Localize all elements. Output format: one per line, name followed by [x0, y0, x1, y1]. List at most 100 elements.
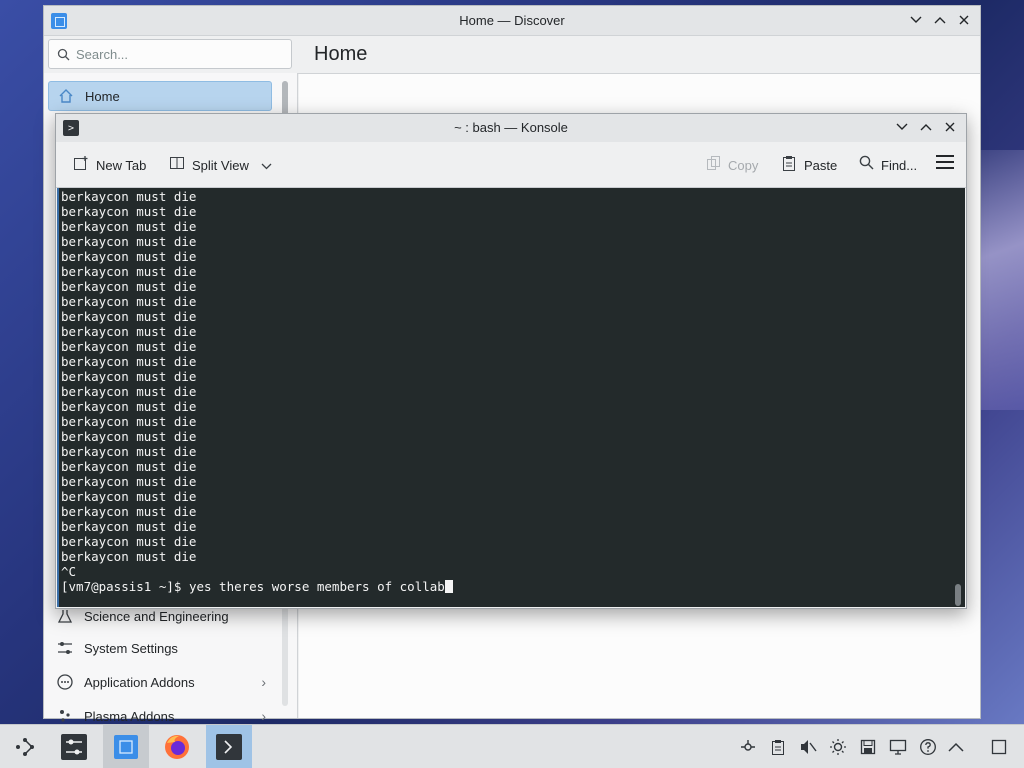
terminal-output-line: berkaycon must die — [61, 474, 197, 489]
search-icon — [57, 48, 70, 60]
terminal-output-line: berkaycon must die — [61, 339, 197, 354]
minimize-button[interactable] — [892, 117, 912, 137]
brightness-icon[interactable] — [828, 737, 848, 757]
maximize-button[interactable] — [930, 10, 950, 30]
discover-task[interactable] — [103, 725, 149, 768]
paste-label: Paste — [804, 157, 838, 173]
search-placeholder: Search... — [76, 46, 129, 62]
chevron-right-icon: › — [261, 674, 266, 690]
copy-button[interactable]: Copy — [704, 152, 758, 178]
chevron-up-icon — [920, 124, 932, 131]
new-tab-icon — [72, 155, 90, 176]
terminal-output-line: berkaycon must die — [61, 204, 197, 219]
terminal-output-line: berkaycon must die — [61, 504, 197, 519]
shell-command: yes theres worse members of collab — [188, 579, 445, 594]
terminal-output-line: berkaycon must die — [61, 189, 197, 204]
terminal-output-line: berkaycon must die — [61, 549, 197, 564]
terminal-output-line: berkaycon must die — [61, 279, 197, 294]
system-settings-task[interactable] — [51, 725, 97, 768]
text-cursor — [444, 580, 453, 593]
konsole-window: > ~ : bash — Konsole New Tab Split View … — [55, 113, 967, 609]
new-tab-button[interactable]: New Tab — [72, 152, 146, 178]
terminal-output-line: berkaycon must die — [61, 444, 197, 459]
display-icon[interactable] — [888, 737, 908, 757]
terminal-output-line: berkaycon must die — [61, 294, 197, 309]
find-label: Find... — [881, 157, 918, 173]
chevron-up-icon — [934, 17, 946, 24]
system-settings-icon — [61, 734, 87, 760]
search-input[interactable]: Search... — [48, 39, 292, 69]
copy-label: Copy — [728, 157, 759, 173]
split-view-icon — [168, 155, 186, 176]
save-icon[interactable] — [858, 737, 878, 757]
copy-icon — [704, 155, 722, 176]
terminal-view[interactable]: berkaycon must die berkaycon must die berk… — [57, 188, 965, 607]
search-icon — [857, 155, 875, 175]
terminal-prompt-line: [vm7@passis1 ~]$ yes theres worse member… — [61, 579, 965, 594]
chevron-down-icon[interactable] — [261, 158, 272, 173]
plasma-addons-icon — [56, 707, 74, 725]
clipboard-icon[interactable] — [768, 737, 788, 757]
konsole-titlebar[interactable]: > ~ : bash — Konsole — [56, 114, 966, 142]
terminal-output-line: berkaycon must die — [61, 519, 197, 534]
sidebar-item-label: Science and Engineering — [84, 608, 229, 624]
terminal-output-line: berkaycon must die — [61, 264, 197, 279]
close-button[interactable] — [940, 117, 960, 137]
chevron-down-icon — [910, 16, 922, 23]
discover-icon — [114, 735, 138, 759]
terminal-output: berkaycon must die berkaycon must die berk… — [61, 189, 965, 564]
window-title: Home — Discover — [459, 13, 565, 28]
discover-titlebar[interactable]: Home — Discover — [44, 6, 980, 36]
terminal-interrupt-line: ^C — [61, 564, 77, 579]
show-desktop-icon[interactable] — [989, 737, 1009, 757]
sidebar-item-label: System Settings — [84, 640, 178, 656]
chevron-right-icon: › — [261, 708, 266, 724]
sidebar-item-home[interactable]: Home — [48, 81, 272, 111]
firefox-icon — [165, 735, 189, 759]
paste-button[interactable]: Paste — [780, 152, 837, 178]
sidebar-item-label: Home — [85, 88, 120, 104]
maximize-button[interactable] — [916, 117, 936, 137]
addons-icon — [56, 673, 74, 691]
hamburger-menu-icon[interactable] — [936, 155, 954, 173]
chevron-down-icon — [896, 123, 908, 130]
network-icon[interactable] — [738, 737, 758, 757]
terminal-output-line: berkaycon must die — [61, 369, 197, 384]
app-launcher-button[interactable] — [2, 725, 48, 768]
terminal-output-line: berkaycon must die — [61, 354, 197, 369]
sidebar-item-label: Application Addons — [84, 674, 195, 690]
konsole-task[interactable] — [206, 725, 252, 768]
split-view-label: Split View — [192, 157, 249, 173]
find-button[interactable]: Find... — [857, 152, 917, 178]
firefox-task[interactable] — [154, 725, 200, 768]
minimize-button[interactable] — [906, 10, 926, 30]
sidebar-item-label: Plasma Addons — [84, 708, 175, 724]
taskbar — [0, 724, 1024, 768]
paste-icon — [780, 155, 798, 176]
split-view-button[interactable]: Split View — [168, 152, 272, 178]
close-icon — [945, 122, 955, 132]
sidebar-item-system-settings[interactable]: System Settings — [48, 633, 272, 663]
terminal-output-line: berkaycon must die — [61, 414, 197, 429]
app-launcher-icon — [16, 738, 34, 756]
expand-tray-icon[interactable] — [946, 737, 966, 757]
close-button[interactable] — [954, 10, 974, 30]
terminal-output-line: berkaycon must die — [61, 429, 197, 444]
terminal-output-line: berkaycon must die — [61, 459, 197, 474]
settings-sliders-icon — [56, 639, 74, 657]
volume-muted-icon[interactable] — [798, 737, 818, 757]
konsole-icon — [216, 734, 242, 760]
window-title: ~ : bash — Konsole — [454, 120, 568, 135]
close-icon — [959, 15, 969, 25]
page-title: Home — [314, 43, 368, 65]
terminal-output-line: berkaycon must die — [61, 234, 197, 249]
terminal-scrollbar[interactable] — [955, 584, 961, 606]
terminal-output-line: berkaycon must die — [61, 399, 197, 414]
terminal-output-line: berkaycon must die — [61, 384, 197, 399]
home-icon — [57, 87, 75, 105]
new-tab-label: New Tab — [96, 157, 147, 173]
terminal-output-line: berkaycon must die — [61, 219, 197, 234]
help-icon[interactable] — [918, 737, 938, 757]
science-icon — [56, 607, 74, 625]
sidebar-item-application-addons[interactable]: Application Addons › — [48, 667, 272, 697]
